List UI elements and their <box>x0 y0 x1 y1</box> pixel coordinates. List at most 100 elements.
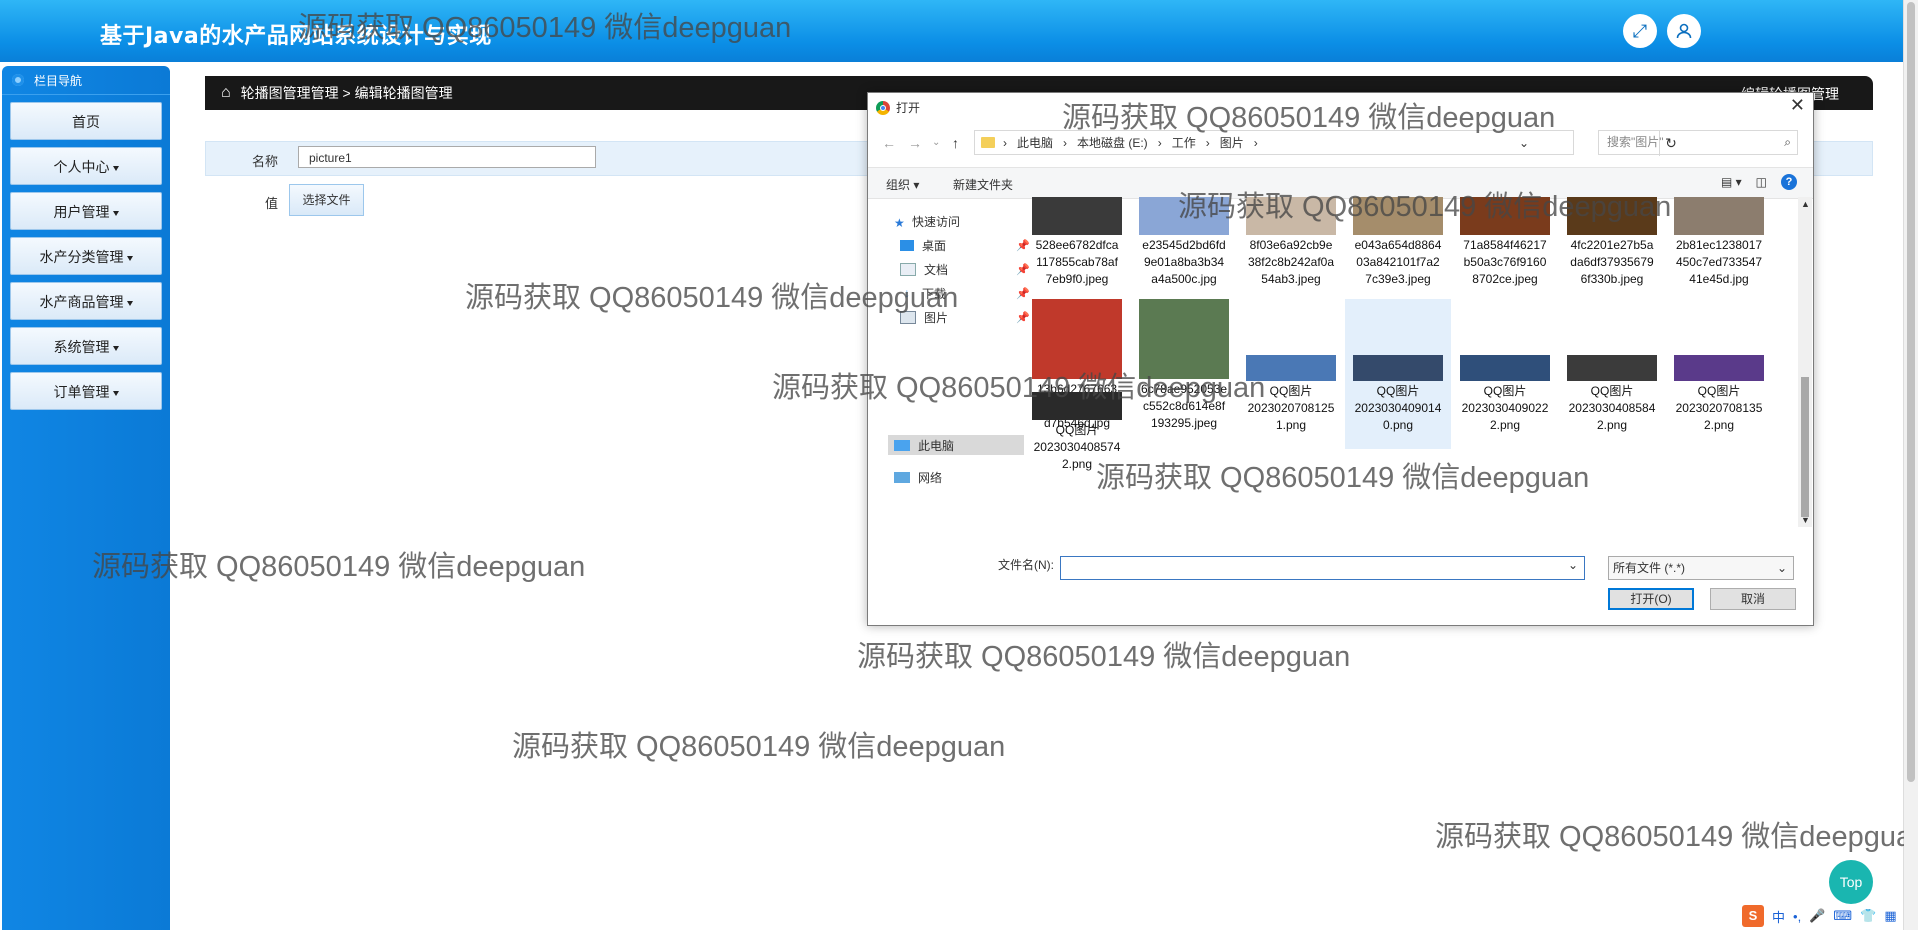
home-icon[interactable]: ⌂ <box>221 84 231 102</box>
search-input[interactable]: 搜索"图片" ⌕ <box>1598 130 1798 155</box>
file-item[interactable]: e043a654d8864 03a842101f7a2 7c39e3.jpeg <box>1345 197 1451 288</box>
sidebar-item-product-management[interactable]: 水产商品管理 <box>10 282 162 320</box>
file-item[interactable]: 8f03e6a92cb9e 38f2c8b242af0a 54ab3.jpeg <box>1238 197 1344 288</box>
cancel-button[interactable]: 取消 <box>1710 588 1796 610</box>
microphone-icon[interactable]: 🎤 <box>1809 908 1825 924</box>
file-item[interactable]: 6c78ae952053e c552c8d614e8f 193295.jpeg <box>1131 299 1237 432</box>
up-arrow-icon[interactable]: ↑ <box>952 135 959 151</box>
search-placeholder: 搜索"图片" <box>1607 135 1664 149</box>
address-segment[interactable]: 本地磁盘 (E:) <box>1077 134 1148 151</box>
file-item[interactable]: 2b81ec1238017 450c7ed733547 41e45d.jpg <box>1666 197 1772 288</box>
tree-item-pictures[interactable]: 图片 <box>900 309 948 326</box>
file-item[interactable]: 528ee6782dfca 117855cab78af 7eb9f0.jpeg <box>1024 197 1130 288</box>
file-thumbnail <box>1139 197 1229 235</box>
file-name-line: 7eb9f0.jpeg <box>1045 272 1109 286</box>
file-item[interactable]: QQ图片 2023030408574 2.png <box>1024 392 1130 473</box>
file-name-line: 2.png <box>1061 457 1093 471</box>
file-name-line: a4a500c.jpg <box>1151 272 1217 286</box>
scroll-down-icon[interactable]: ▼ <box>1801 515 1810 525</box>
tree-item-desktop[interactable]: 桌面 <box>900 237 946 254</box>
file-name-line: 54ab3.jpeg <box>1261 272 1321 286</box>
tree-item-network[interactable]: 网络 <box>894 469 942 486</box>
sidebar-item-user-management[interactable]: 用户管理 <box>10 192 162 230</box>
file-name-line: 03a842101f7a2 <box>1356 255 1440 269</box>
sogou-ime-icon[interactable]: S <box>1742 905 1764 927</box>
address-dropdown-icon[interactable]: ⌄ <box>1519 136 1529 150</box>
keyboard-icon[interactable]: ⌨ <box>1833 908 1852 924</box>
file-item[interactable]: QQ图片 2023030409022 2.png <box>1452 299 1558 434</box>
file-name-line: 2023030408574 <box>1033 440 1121 454</box>
file-name-line: 1.png <box>1275 418 1307 432</box>
address-bar[interactable]: › 此电脑 › 本地磁盘 (E:) › 工作 › 图片 › ⌄ ↻ <box>974 130 1677 156</box>
new-folder-button[interactable]: 新建文件夹 <box>953 176 1013 193</box>
help-icon[interactable]: ? <box>1781 174 1797 190</box>
name-input[interactable]: picture1 <box>298 146 596 168</box>
file-thumbnail <box>1674 355 1764 381</box>
back-arrow-icon[interactable]: ← <box>882 135 896 151</box>
dialog-title: 打开 <box>896 101 921 115</box>
ime-mode-label[interactable]: 中 <box>1772 907 1785 926</box>
forward-arrow-icon[interactable]: → <box>908 135 922 151</box>
preview-pane-icon[interactable]: ◫ <box>1756 175 1767 189</box>
close-icon[interactable]: ✕ <box>1790 95 1805 116</box>
sidebar-item-label: 用户管理 <box>53 204 110 220</box>
tree-item-quick-access[interactable]: ★ 快速访问 <box>894 213 960 230</box>
sidebar-item-category-management[interactable]: 水产分类管理 <box>10 237 162 275</box>
recent-dropdown-icon[interactable]: ⌄ <box>932 137 940 148</box>
punctuation-icon[interactable]: •, <box>1793 909 1801 924</box>
file-name-line: 193295.jpeg <box>1150 416 1218 430</box>
sidebar-item-system-management[interactable]: 系统管理 <box>10 327 162 365</box>
sidebar-heading: 栏目导航 <box>2 66 170 95</box>
user-icon[interactable] <box>1667 14 1701 48</box>
address-segment[interactable]: 此电脑 <box>1017 134 1053 151</box>
file-item[interactable]: 71a8584f46217 b50a3c76f9160 8702ce.jpeg <box>1452 197 1558 288</box>
documents-icon <box>900 263 916 276</box>
file-name-line: e043a654d8864 <box>1354 238 1442 252</box>
chrome-icon <box>876 100 890 115</box>
nav-icon <box>12 74 24 86</box>
organize-label: 组织 <box>886 178 911 192</box>
scroll-up-icon[interactable]: ▲ <box>1801 199 1810 209</box>
file-name-line: 117855cab78af <box>1036 255 1118 269</box>
file-item[interactable]: QQ图片 2023020708135 2.png <box>1666 299 1772 434</box>
dialog-toolbar: 组织 ▾ 新建文件夹 ▤ ▾ ◫ ? <box>868 167 1813 199</box>
site-title: 基于Java的水产品网站系统设计与实现 <box>100 24 492 49</box>
file-item[interactable]: 4fc2201e27b5a da6df37935679 6f330b.jpeg <box>1559 197 1665 288</box>
file-item[interactable]: QQ图片 2023020708125 1.png <box>1238 299 1344 434</box>
sidebar-item-order-management[interactable]: 订单管理 <box>10 372 162 410</box>
filetype-select[interactable]: 所有文件 (*.*) <box>1608 556 1794 580</box>
sidebar-item-personal-center[interactable]: 个人中心 <box>10 147 162 185</box>
sidebar-nav: 栏目导航 首页 个人中心 用户管理 水产分类管理 水产商品管理 系统管理 订单管… <box>2 66 170 930</box>
file-thumbnail <box>1353 355 1443 381</box>
open-button[interactable]: 打开(O) <box>1608 588 1694 610</box>
sidebar-item-label: 水产商品管理 <box>39 294 124 310</box>
desktop-icon <box>900 240 914 251</box>
back-to-top-button[interactable]: Top <box>1829 860 1873 904</box>
caret-down-icon <box>112 390 119 396</box>
menu-grid-icon[interactable]: ▦ <box>1884 908 1896 924</box>
page-scrollbar[interactable] <box>1903 0 1918 930</box>
sidebar-item-home[interactable]: 首页 <box>10 102 162 140</box>
view-options-icon[interactable]: ▤ ▾ <box>1721 175 1742 189</box>
file-item[interactable]: e23545d2bd6fd 9e01a8ba3b34 a4a500c.jpg <box>1131 197 1237 288</box>
tree-item-downloads[interactable]: ↓ 下载 <box>900 285 946 302</box>
tree-item-this-pc[interactable]: 此电脑 <box>894 437 954 454</box>
choose-file-button[interactable]: 选择文件 <box>289 184 364 216</box>
file-name-line: 4fc2201e27b5a <box>1570 238 1654 252</box>
computer-icon <box>894 440 910 451</box>
filename-input[interactable] <box>1060 556 1585 580</box>
file-thumbnail <box>1246 197 1336 235</box>
organize-button[interactable]: 组织 ▾ <box>886 176 919 193</box>
file-item[interactable]: QQ图片 2023030408584 2.png <box>1559 299 1665 434</box>
file-name-line: 2023030408584 <box>1568 401 1656 415</box>
address-segment[interactable]: 工作 <box>1172 134 1196 151</box>
fullscreen-icon[interactable]: ⤢ <box>1623 14 1657 48</box>
watermark: 源码获取 QQ86050149 微信deepguan <box>512 731 1006 763</box>
shirt-icon[interactable]: 👕 <box>1860 908 1876 924</box>
address-segment[interactable]: 图片 <box>1220 134 1244 151</box>
file-list-scrollbar[interactable]: ▲ ▼ <box>1798 197 1812 527</box>
file-item[interactable]: QQ图片 2023030409014 0.png <box>1345 299 1451 449</box>
dialog-titlebar: 打开 <box>876 99 920 116</box>
file-thumbnail <box>1674 197 1764 235</box>
tree-item-documents[interactable]: 文档 <box>900 261 948 278</box>
